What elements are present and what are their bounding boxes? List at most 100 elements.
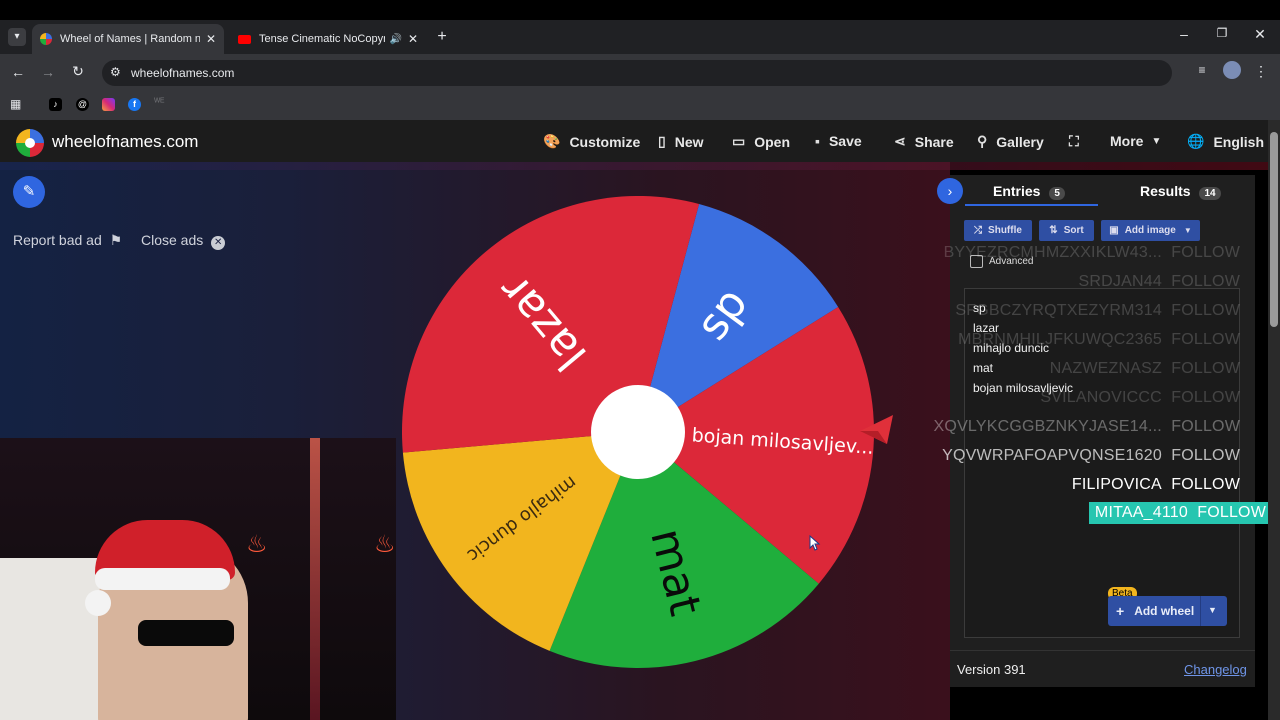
- edit-pencil-button[interactable]: ✎: [13, 176, 45, 208]
- tab-entries[interactable]: Entries 5: [993, 183, 1065, 200]
- file-icon: ▯: [658, 133, 666, 149]
- sort-button[interactable]: ⇅ Sort: [1039, 220, 1094, 241]
- add-wheel-button[interactable]: + Add wheel ▼: [1108, 596, 1227, 626]
- plus-icon: +: [1116, 603, 1125, 619]
- tab-strip: ▾ Wheel of Names | Random nam ✕ Tense Ci…: [0, 20, 1280, 54]
- add-wheel-label: Add wheel: [1134, 604, 1195, 618]
- gallery-label: Gallery: [996, 133, 1044, 150]
- customize-button[interactable]: 🎨 Customize: [543, 133, 640, 150]
- flame-neon-icon: ♨: [374, 531, 396, 558]
- close-circle-icon: ✕: [211, 236, 226, 250]
- instagram-icon[interactable]: [102, 98, 115, 111]
- split-divider: [1200, 596, 1201, 626]
- tab-results[interactable]: Results 14: [1140, 183, 1221, 200]
- header-glow: [0, 162, 1268, 170]
- open-label: Open: [754, 133, 791, 150]
- magnifier-icon: ⚲: [977, 133, 988, 149]
- wheel[interactable]: spbojan milosavljev...matmihajlo duncicl…: [396, 190, 906, 680]
- threads-icon[interactable]: @: [76, 98, 89, 111]
- report-bad-ad-label: Report bad ad: [13, 232, 102, 248]
- profile-avatar[interactable]: [1223, 61, 1241, 79]
- window-top-strip: [0, 0, 1280, 20]
- youtube-icon: [238, 34, 251, 44]
- version-text: Version 391: [957, 662, 1026, 677]
- image-icon: ▣: [1109, 225, 1119, 236]
- bookmarks-bar: ▦ ♪ @ f ᵂᴱ: [0, 92, 1280, 120]
- wheel-favicon-icon: [40, 33, 52, 45]
- save-button[interactable]: ▪ Save: [815, 133, 862, 149]
- page-scrollbar-thumb[interactable]: [1270, 132, 1278, 327]
- pencil-icon: ✎: [22, 183, 36, 200]
- neon-light-strip: [310, 438, 320, 720]
- url-text: wheelofnames.com: [131, 66, 235, 80]
- browser-menu-icon[interactable]: ⋮: [1254, 63, 1268, 80]
- panel-divider: [950, 650, 1255, 651]
- tab-wheel-of-names[interactable]: Wheel of Names | Random nam ✕: [32, 24, 224, 54]
- follow-alert-row: NAZWEZNASZ FOLLOW: [1049, 360, 1240, 377]
- santa-hat-trim: [95, 568, 230, 590]
- wheel-center-hub[interactable]: [591, 385, 685, 479]
- new-tab-icon[interactable]: +: [434, 28, 450, 46]
- save-label: Save: [828, 133, 862, 149]
- forward-icon[interactable]: →: [40, 64, 56, 80]
- back-icon[interactable]: ←: [10, 64, 26, 80]
- address-bar[interactable]: ⚙ wheelofnames.com: [102, 60, 1172, 86]
- bookmark-icon[interactable]: ᵂᴱ: [154, 97, 164, 108]
- share-label: Share: [914, 133, 954, 150]
- results-count-badge: 14: [1199, 187, 1221, 200]
- changelog-link[interactable]: Changelog: [1184, 662, 1247, 677]
- share-button[interactable]: ⋖ Share: [894, 133, 954, 150]
- floppy-disk-icon: ▪: [815, 133, 820, 149]
- more-button[interactable]: More ▼: [1110, 133, 1161, 149]
- customize-label: Customize: [569, 133, 641, 150]
- report-bad-ad-link[interactable]: Report bad ad ⚑: [13, 232, 122, 249]
- facebook-icon[interactable]: f: [128, 98, 141, 111]
- entries-tab-label: Entries: [993, 183, 1041, 199]
- fullscreen-button[interactable]: ⛶: [1069, 133, 1088, 150]
- tab-title: Wheel of Names | Random nam: [60, 33, 200, 45]
- tab-search-button[interactable]: ▾: [8, 28, 26, 46]
- share-nodes-icon: ⋖: [894, 133, 906, 149]
- follow-alert-row: SVILANOVICCC FOLLOW: [1040, 389, 1240, 406]
- entry-line: mat: [973, 361, 994, 375]
- open-button[interactable]: ▭ Open: [732, 133, 790, 150]
- follow-alert-row: SRDJAN44 FOLLOW: [1078, 273, 1240, 290]
- fullscreen-icon: ⛶: [1069, 133, 1079, 149]
- language-button[interactable]: 🌐 English: [1187, 133, 1264, 150]
- wheel-logo-icon[interactable]: [16, 129, 44, 157]
- close-tab-icon[interactable]: ✕: [206, 32, 216, 46]
- reload-icon[interactable]: ↻: [70, 63, 86, 80]
- close-ads-link[interactable]: Close ads ✕: [141, 232, 226, 250]
- new-button[interactable]: ▯ New: [658, 133, 704, 150]
- flame-neon-icon: ♨: [246, 531, 268, 558]
- caret-down-icon[interactable]: ▼: [1208, 605, 1217, 615]
- media-control-icon[interactable]: ≡: [1194, 63, 1210, 77]
- globe-icon: 🌐: [1187, 133, 1205, 149]
- follow-alert-row: MBRNMHILJFKUWQC2365 FOLLOW: [958, 331, 1240, 348]
- audio-playing-icon[interactable]: 🔊: [389, 34, 401, 45]
- close-tab-icon[interactable]: ✕: [408, 32, 418, 46]
- webcam-overlay: ♨ ♨: [0, 438, 396, 720]
- caret-down-icon: ▼: [1183, 226, 1192, 235]
- sort-label: Sort: [1063, 225, 1084, 236]
- shuffle-icon: ⤮: [974, 225, 983, 236]
- palette-icon: 🎨: [543, 133, 561, 149]
- follow-alert-row: SFGBCZYRQTXEZYRM314 FOLLOW: [955, 302, 1240, 319]
- gallery-button[interactable]: ⚲ Gallery: [977, 133, 1044, 150]
- tab-title: Tense Cinematic NoCopyrig: [259, 33, 386, 45]
- apps-grid-icon[interactable]: ▦: [10, 98, 22, 110]
- tiktok-icon[interactable]: ♪: [49, 98, 62, 111]
- site-info-icon[interactable]: ⚙: [110, 65, 121, 79]
- sunglasses: [138, 620, 234, 646]
- follow-alert-row: YQVWRPAFOAPVQNSE1620 FOLLOW: [942, 447, 1240, 464]
- tab-youtube[interactable]: Tense Cinematic NoCopyrig 🔊 ✕: [230, 24, 426, 54]
- shuffle-button[interactable]: ⤮ Shuffle: [964, 220, 1032, 241]
- close-window-icon[interactable]: ✕: [1252, 26, 1268, 43]
- follow-alert-row: XQVLYKCGGBZNKYJASE14... FOLLOW: [933, 418, 1240, 435]
- add-image-button[interactable]: ▣ Add image ▼: [1101, 220, 1200, 241]
- results-tab-label: Results: [1140, 183, 1191, 199]
- restore-icon[interactable]: ❐: [1214, 26, 1230, 40]
- minimize-icon[interactable]: –: [1176, 26, 1192, 42]
- collapse-panel-button[interactable]: ›: [937, 178, 963, 204]
- brand-title[interactable]: wheelofnames.com: [52, 132, 198, 152]
